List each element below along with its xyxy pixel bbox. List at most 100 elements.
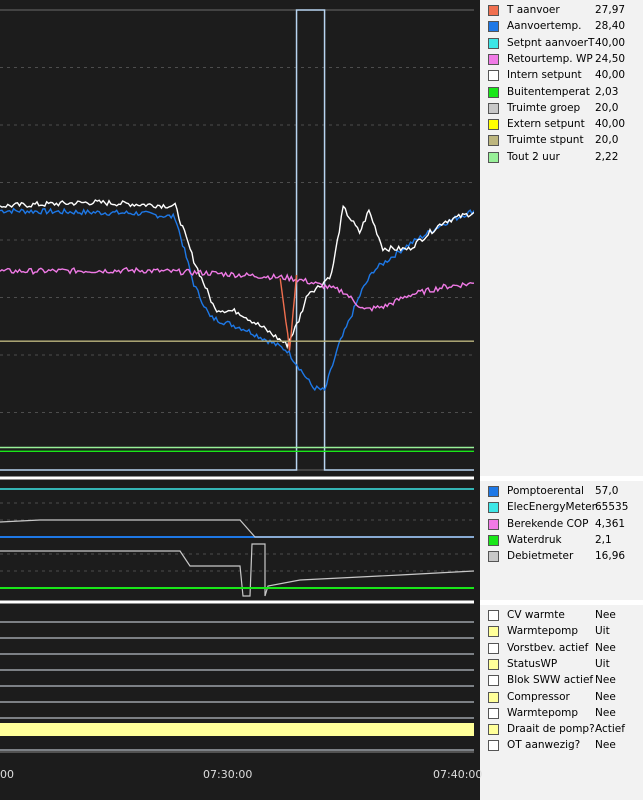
legend-label: Berekende COP [507, 517, 589, 530]
legend-label: Draait de pomp? [507, 723, 595, 736]
legend-value: Nee [595, 641, 616, 654]
legend-label: OT aanwezig? [507, 739, 581, 752]
legend-swatch [488, 610, 499, 621]
pump-active-bar [0, 723, 474, 736]
legend-value: Nee [595, 674, 616, 687]
legend-swatch [488, 86, 499, 98]
legend-value: 20,0 [595, 134, 619, 147]
legend-label: Warmtepomp [507, 706, 579, 719]
legend-swatch [488, 486, 499, 497]
legend-label: Truimte stpunt [507, 134, 584, 147]
legend-label: ElecEnergyMeter [507, 501, 596, 514]
legend-label: Setpnt aanvoerT [507, 36, 595, 49]
pump-legend: Pomptoerental 57,0 ElecEnergyMeter 65535 Ber… [480, 481, 643, 600]
legend-item[interactable]: Waterdruk 2,1 [480, 533, 643, 550]
legend-swatch [488, 658, 499, 670]
legend-item[interactable]: Setpnt aanvoerT 40,00 [480, 36, 643, 53]
legend-item[interactable]: Blok SWW actief Nee [480, 673, 643, 690]
legend-item[interactable]: Debietmeter 16,96 [480, 549, 643, 566]
legend-swatch [488, 53, 499, 65]
status-legend: CV warmte Nee Warmtepomp Uit Vorstbev. actie… [480, 605, 643, 800]
legend-swatch [488, 119, 499, 131]
legend-value: 20,0 [595, 101, 619, 114]
legend-swatch [488, 551, 499, 563]
legend-item[interactable]: Buitentemperat 2,03 [480, 85, 643, 102]
legend-item[interactable]: Tout 2 uur 2,22 [480, 150, 643, 167]
x-tick-label: 07:30:00 [203, 768, 253, 781]
legend-label: Truimte groep [507, 101, 581, 114]
temperature-panel [0, 0, 480, 478]
legend-value: Nee [595, 706, 616, 719]
legend-item[interactable]: Aanvoertemp. 28,40 [480, 19, 643, 36]
legend-value: 40,00 [595, 118, 626, 131]
legend-label: Aanvoertemp. [507, 20, 582, 33]
legend-item[interactable]: OT aanwezig? Nee [480, 738, 643, 755]
legend-item[interactable]: Warmtepomp Nee [480, 706, 643, 723]
legend-label: Intern setpunt [507, 69, 582, 82]
legend-label: CV warmte [507, 609, 565, 621]
legend-item[interactable]: Berekende COP 4,361 [480, 517, 643, 534]
legend-swatch [488, 724, 499, 736]
legend-swatch [488, 691, 499, 703]
legend-value: 16,96 [595, 550, 626, 563]
legend-value: 2,22 [595, 150, 619, 163]
legend-value: 24,50 [595, 52, 626, 65]
legend-swatch [488, 70, 499, 82]
legend-value: 65535 [595, 501, 629, 514]
legend-swatch [488, 102, 499, 114]
x-tick-label: 07:40:00 [433, 768, 483, 781]
legend-swatch [488, 534, 499, 546]
legend-item[interactable]: Extern setpunt 40,00 [480, 117, 643, 134]
legend-value: 2,1 [595, 533, 612, 546]
legend-value: 57,0 [595, 485, 619, 497]
legend-value: 28,40 [595, 20, 626, 33]
legend-value: Nee [595, 690, 616, 703]
x-tick-label: 00 [0, 768, 14, 781]
legend-swatch [488, 642, 499, 654]
legend-swatch [488, 5, 499, 16]
legend-value: 40,00 [595, 69, 626, 82]
legend-label: Warmtepomp [507, 625, 579, 638]
legend-swatch [488, 135, 499, 147]
legend-label: Debietmeter [507, 550, 574, 563]
legend-label: T aanvoer [507, 4, 560, 16]
legend-value: 2,03 [595, 85, 619, 98]
legend-label: Waterdruk [507, 533, 562, 546]
legend-label: Retourtemp. WP [507, 52, 593, 65]
legend-item[interactable]: StatusWP Uit [480, 657, 643, 674]
legend-item[interactable]: Truimte groep 20,0 [480, 101, 643, 118]
legend-value: 40,00 [595, 36, 626, 49]
legend-item[interactable]: Retourtemp. WP 24,50 [480, 52, 643, 69]
legend-swatch [488, 21, 499, 33]
legend-label: Pomptoerental [507, 485, 584, 497]
legend-swatch [488, 518, 499, 530]
legend-value: Uit [595, 625, 610, 638]
legend-swatch [488, 740, 499, 752]
legend-swatch [488, 151, 499, 163]
legend-label: StatusWP [507, 657, 558, 670]
legend-item[interactable]: Intern setpunt 40,00 [480, 68, 643, 85]
legend-item[interactable]: Compressor Nee [480, 690, 643, 707]
legend-item[interactable]: Pomptoerental 57,0 [480, 484, 643, 501]
legend-item[interactable]: CV warmte Nee [480, 608, 643, 625]
legend-label: Vorstbev. actief [507, 641, 589, 654]
legend-item[interactable]: ElecEnergyMeter 65535 [480, 500, 643, 517]
legend-label: Compressor [507, 690, 570, 703]
legend-swatch [488, 37, 499, 49]
legend-value: 4,361 [595, 517, 626, 530]
legend-label: Tout 2 uur [507, 150, 560, 163]
legend-label: Extern setpunt [507, 118, 585, 131]
legend-value: Uit [595, 657, 610, 670]
legend-value: Nee [595, 739, 616, 752]
legend-value: Actief [595, 723, 625, 736]
legend-item[interactable]: Warmtepomp Uit [480, 624, 643, 641]
legend-swatch [488, 502, 499, 514]
legend-value: 27,97 [595, 4, 626, 16]
legend-label: Blok SWW actief [507, 674, 594, 687]
legend-swatch [488, 675, 499, 687]
legend-item[interactable]: Truimte stpunt 20,0 [480, 133, 643, 150]
legend-item[interactable]: Draait de pomp? Actief [480, 722, 643, 739]
legend-item[interactable]: T aanvoer 27,97 [480, 3, 643, 20]
legend-value: Nee [595, 609, 616, 621]
legend-item[interactable]: Vorstbev. actief Nee [480, 641, 643, 658]
